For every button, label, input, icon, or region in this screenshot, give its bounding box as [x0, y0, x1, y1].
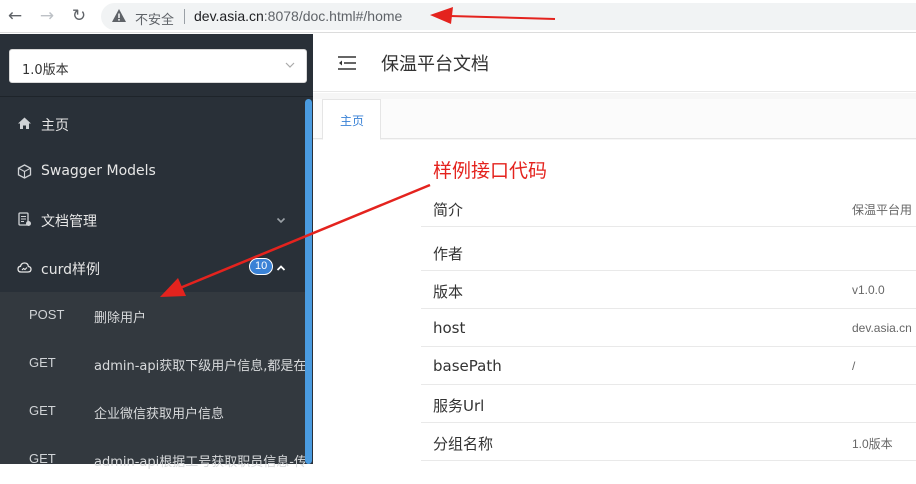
- info-key: 作者: [433, 245, 464, 263]
- address-bar[interactable]: 不安全 dev.asia.cn:8078/doc.html#/home: [101, 3, 916, 30]
- browser-toolbar: ← → ↻ 不安全 dev.asia.cn:8078/doc.html#/hom…: [0, 0, 916, 33]
- url-path: :8078/doc.html#/home: [263, 8, 403, 24]
- api-item[interactable]: GET admin-api获取下级用户信息,都是在: [0, 340, 305, 388]
- warning-icon[interactable]: [111, 8, 127, 24]
- sidebar-item-home[interactable]: 主页: [0, 100, 305, 148]
- info-key: 服务Url: [433, 397, 485, 415]
- home-icon: [18, 117, 31, 129]
- cloud-icon: [17, 262, 32, 273]
- menu-collapse-icon[interactable]: [338, 56, 356, 70]
- address-separator: [184, 9, 185, 24]
- info-key: 版本: [433, 283, 464, 301]
- reload-icon[interactable]: ↻: [67, 4, 91, 28]
- chevron-down-icon: [276, 217, 286, 224]
- sidebar-item-label: Swagger Models: [41, 163, 156, 179]
- info-key: basePath: [433, 357, 502, 375]
- forward-arrow-icon[interactable]: →: [35, 4, 59, 28]
- sidebar-item-swagger-models[interactable]: Swagger Models: [0, 148, 305, 196]
- sidebar-item-doc-manage[interactable]: 文档管理: [0, 196, 305, 244]
- submenu-list: POST 删除用户 GET admin-api获取下级用户信息,都是在 GET …: [0, 292, 305, 470]
- tab-home[interactable]: 主页: [322, 99, 381, 140]
- http-method: POST: [29, 307, 65, 322]
- api-summary: admin-api获取下级用户信息,都是在: [94, 359, 305, 374]
- api-summary: 删除用户: [94, 311, 147, 326]
- version-select-value: 1.0版本: [22, 63, 69, 78]
- cube-icon: [17, 164, 32, 179]
- page-title: 保温平台文档: [381, 54, 489, 75]
- back-arrow-icon[interactable]: ←: [3, 4, 27, 28]
- info-row: 服务Url: [421, 385, 916, 423]
- info-row: 简介 保温平台用: [421, 189, 916, 227]
- sidebar-item-label: 文档管理: [41, 214, 97, 230]
- api-item[interactable]: POST 删除用户: [0, 292, 305, 340]
- sidebar-divider: [0, 96, 313, 97]
- chevron-up-icon: [276, 265, 286, 271]
- sidebar-item-label: 主页: [41, 118, 69, 134]
- info-key: 分组名称: [433, 435, 494, 453]
- info-row: 分组名称 1.0版本: [421, 423, 916, 461]
- url-text[interactable]: dev.asia.cn:8078/doc.html#/home: [194, 8, 402, 24]
- info-row: 版本 v1.0.0: [421, 271, 916, 309]
- api-item[interactable]: GET admin-api根据工号获取职员信息-传: [0, 436, 305, 484]
- scrollbar-thumb[interactable]: [305, 99, 312, 464]
- chevron-down-icon: [285, 62, 295, 68]
- insecure-label: 不安全: [135, 13, 175, 28]
- info-key: host: [433, 319, 466, 337]
- api-summary: admin-api根据工号获取职员信息-传: [94, 455, 305, 470]
- info-value: 1.0版本: [852, 437, 893, 451]
- info-value: /: [852, 359, 856, 373]
- http-method: GET: [29, 355, 56, 370]
- api-item[interactable]: GET 企业微信获取用户信息: [0, 388, 305, 436]
- tab-strip: 主页: [313, 99, 916, 140]
- info-key: 简介: [433, 201, 464, 219]
- info-row: basePath /: [421, 347, 916, 385]
- document-icon: [18, 212, 31, 226]
- sidebar-item-curd[interactable]: curd样例 10: [0, 244, 305, 292]
- info-value: 保温平台用: [852, 203, 913, 217]
- main-header: 保温平台文档: [313, 34, 916, 92]
- sidebar-item-label: curd样例: [41, 262, 100, 278]
- tab-label: 主页: [340, 114, 365, 128]
- annotation-label: 样例接口代码: [433, 160, 548, 182]
- count-badge: 10: [249, 258, 274, 275]
- version-select[interactable]: 1.0版本: [9, 49, 307, 83]
- api-summary: 企业微信获取用户信息: [94, 407, 225, 422]
- http-method: GET: [29, 403, 56, 418]
- info-value: dev.asia.cn: [852, 321, 912, 335]
- info-row: 作者: [421, 233, 916, 271]
- info-value: v1.0.0: [852, 283, 885, 297]
- info-row: host dev.asia.cn: [421, 309, 916, 347]
- url-host: dev.asia.cn: [194, 8, 264, 24]
